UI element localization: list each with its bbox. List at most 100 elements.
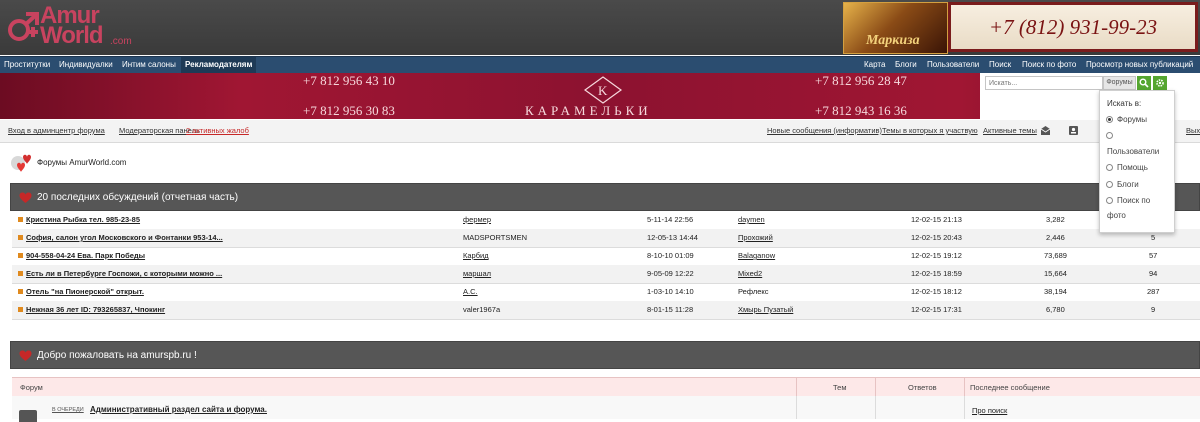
search-option-photo[interactable]: Поиск по [1106,196,1150,205]
search-option-blogs[interactable]: Блоги [1106,180,1139,189]
nav-item-users[interactable]: Пользователи [927,60,979,69]
topic-author[interactable]: valer1967a [463,305,500,314]
last-post-date: 12-02-15 20:43 [911,233,962,242]
nav-item-map[interactable]: Карта [864,60,885,69]
profile-card-icon[interactable] [1068,125,1079,136]
radio-icon [1106,132,1113,139]
column-divider [796,396,797,419]
last-post-user[interactable]: Рефлекс [738,287,769,296]
section-title: Добро пожаловать на amurspb.ru ! [37,350,197,361]
topic-title: Кристина Рыбка тел. 985-23-85 [26,215,141,224]
topic-link[interactable]: Отель "на Пионерской" открыт. [18,287,144,296]
option-label: фото [1107,211,1126,220]
nav-item-individualki[interactable]: Индивидуалки [59,60,113,69]
last-post-date: 12-02-15 19:12 [911,251,962,260]
search-scope-select[interactable]: Форумы [1103,76,1136,90]
last-post-date: 12-02-15 17:31 [911,305,962,314]
column-divider [796,378,797,396]
radio-icon [1106,181,1113,188]
breadcrumb-forums[interactable]: Форумы AmurWorld.com [37,158,126,167]
forum-tag: В ОЧЕРЕДИ [52,407,84,413]
topic-views: 15,664 [1044,269,1067,278]
nav-item-prostitutki[interactable]: Проститутки [4,60,50,69]
welcome-header: Добро пожаловать на amurspb.ru ! [10,341,1200,369]
nav-item-advertisers[interactable]: Рекламодателям [181,57,257,73]
main-nav: Проститутки Индивидуалки Интим салоны Ре… [0,56,1200,73]
topic-started: 1-03-10 14:10 [647,287,694,296]
search-options-button[interactable] [1153,76,1167,90]
search-option-users[interactable] [1106,132,1117,139]
forum-table-header: Форум Тем Ответов Последнее сообщение [12,377,1200,397]
forum-status-icon [19,410,37,422]
admin-center-link[interactable]: Вход в админцентр форума [8,126,105,135]
table-row: София, салон угол Московского и Фонтанки… [12,229,1200,248]
topic-replies: 94 [1149,269,1158,278]
last-post-user[interactable]: Хмырь Пузатый [738,305,793,314]
topic-author[interactable]: фермер [463,215,491,224]
nav-item-search[interactable]: Поиск [989,60,1011,69]
topic-link[interactable]: София, салон угол Московского и Фонтанки… [18,233,223,242]
recent-discussions-header: 20 последних обсуждений (отчетная часть) [10,183,1200,211]
column-header-last-post: Последнее сообщение [970,383,1050,392]
search-option-forums[interactable]: Форумы [1106,115,1147,124]
active-topics-link[interactable]: Активные темы [983,126,1037,135]
last-post-user[interactable]: Mixed2 [738,269,762,278]
radio-icon [1106,197,1113,204]
forum-title-link[interactable]: Административный раздел сайта и форума. [90,405,267,414]
search-scope-dropdown: Искать в: Форумы Пользователи Помощь Бло… [1099,90,1175,233]
reports-link[interactable]: 2 активных жалоб [186,126,249,135]
nav-item-new-posts[interactable]: Просмотр новых публикаций [1086,60,1193,69]
option-label: Блоги [1117,180,1139,189]
topic-views: 3,282 [1046,215,1065,224]
last-post-user[interactable]: daymen [738,215,765,224]
column-header-forum: Форум [20,383,43,392]
ad-banner-markiza[interactable]: Маркиза [843,2,948,54]
nav-item-blogs[interactable]: Блоги [895,60,917,69]
topic-link[interactable]: Кристина Рыбка тел. 985-23-85 [18,215,140,224]
topic-replies: 9 [1151,305,1156,314]
column-divider [875,396,876,419]
logo-domain: .com [110,36,132,47]
topic-views: 2,446 [1046,233,1065,242]
site-header: Amur World .com Маркиза +7 (812) 931-99-… [0,0,1200,55]
last-post-date: 12-02-15 18:59 [911,269,962,278]
nav-item-salony[interactable]: Интим салоны [122,60,176,69]
table-row: Отель "на Пионерской" открыт. A.C. 1-03-… [12,283,1200,302]
topic-author[interactable]: маршал [463,269,491,278]
exit-link[interactable]: Вых [1186,126,1200,135]
topic-bullet-icon [18,307,23,312]
forum-last-post-link[interactable]: Про поиск [972,406,1007,415]
topic-author[interactable]: Карбид [463,251,489,260]
topic-replies: 5 [1151,233,1156,242]
last-post-date: 12-02-15 18:12 [911,287,962,296]
topic-title: Есть ли в Петербурге Госпожи, с которыми… [26,269,223,278]
topic-started: 8-10-10 01:09 [647,251,694,260]
gear-icon [1156,79,1164,87]
last-post-user[interactable]: Прохожий [738,233,773,242]
ad-banner-phone[interactable]: +7 (812) 931-99-23 [948,2,1198,52]
search-option-help[interactable]: Помощь [1106,163,1148,172]
topic-replies: 287 [1147,287,1160,296]
messages-icon[interactable] [1040,125,1051,136]
topic-bullet-icon [18,217,23,222]
column-divider [875,378,876,396]
last-post-user[interactable]: Balaganow [738,251,775,260]
topic-author[interactable]: MADSPORTSMEN [463,233,527,242]
column-header-replies: Ответов [908,383,937,392]
topic-link[interactable]: 904-558-04-24 Ева. Парк Победы [18,251,145,260]
topic-bullet-icon [18,235,23,240]
topic-author[interactable]: A.C. [463,287,478,296]
my-topics-link[interactable]: Темы в которых я участвую [882,126,978,135]
topic-link[interactable]: Нежная 36 лет ID: 793265837, Чпокинг [18,305,165,314]
topic-link[interactable]: Есть ли в Петербурге Госпожи, с которыми… [18,269,222,278]
heart-icon [19,192,32,203]
topic-views: 73,689 [1044,251,1067,260]
search-button[interactable] [1137,76,1151,90]
search-input[interactable] [985,76,1103,90]
radio-selected-icon [1106,116,1113,123]
table-row: Есть ли в Петербурге Госпожи, с которыми… [12,265,1200,284]
new-posts-link[interactable]: Новые сообщения (информатив) [767,126,882,135]
site-logo[interactable]: Amur World .com [6,2,136,49]
nav-item-photo-search[interactable]: Поиск по фото [1022,60,1076,69]
topic-views: 6,780 [1046,305,1065,314]
